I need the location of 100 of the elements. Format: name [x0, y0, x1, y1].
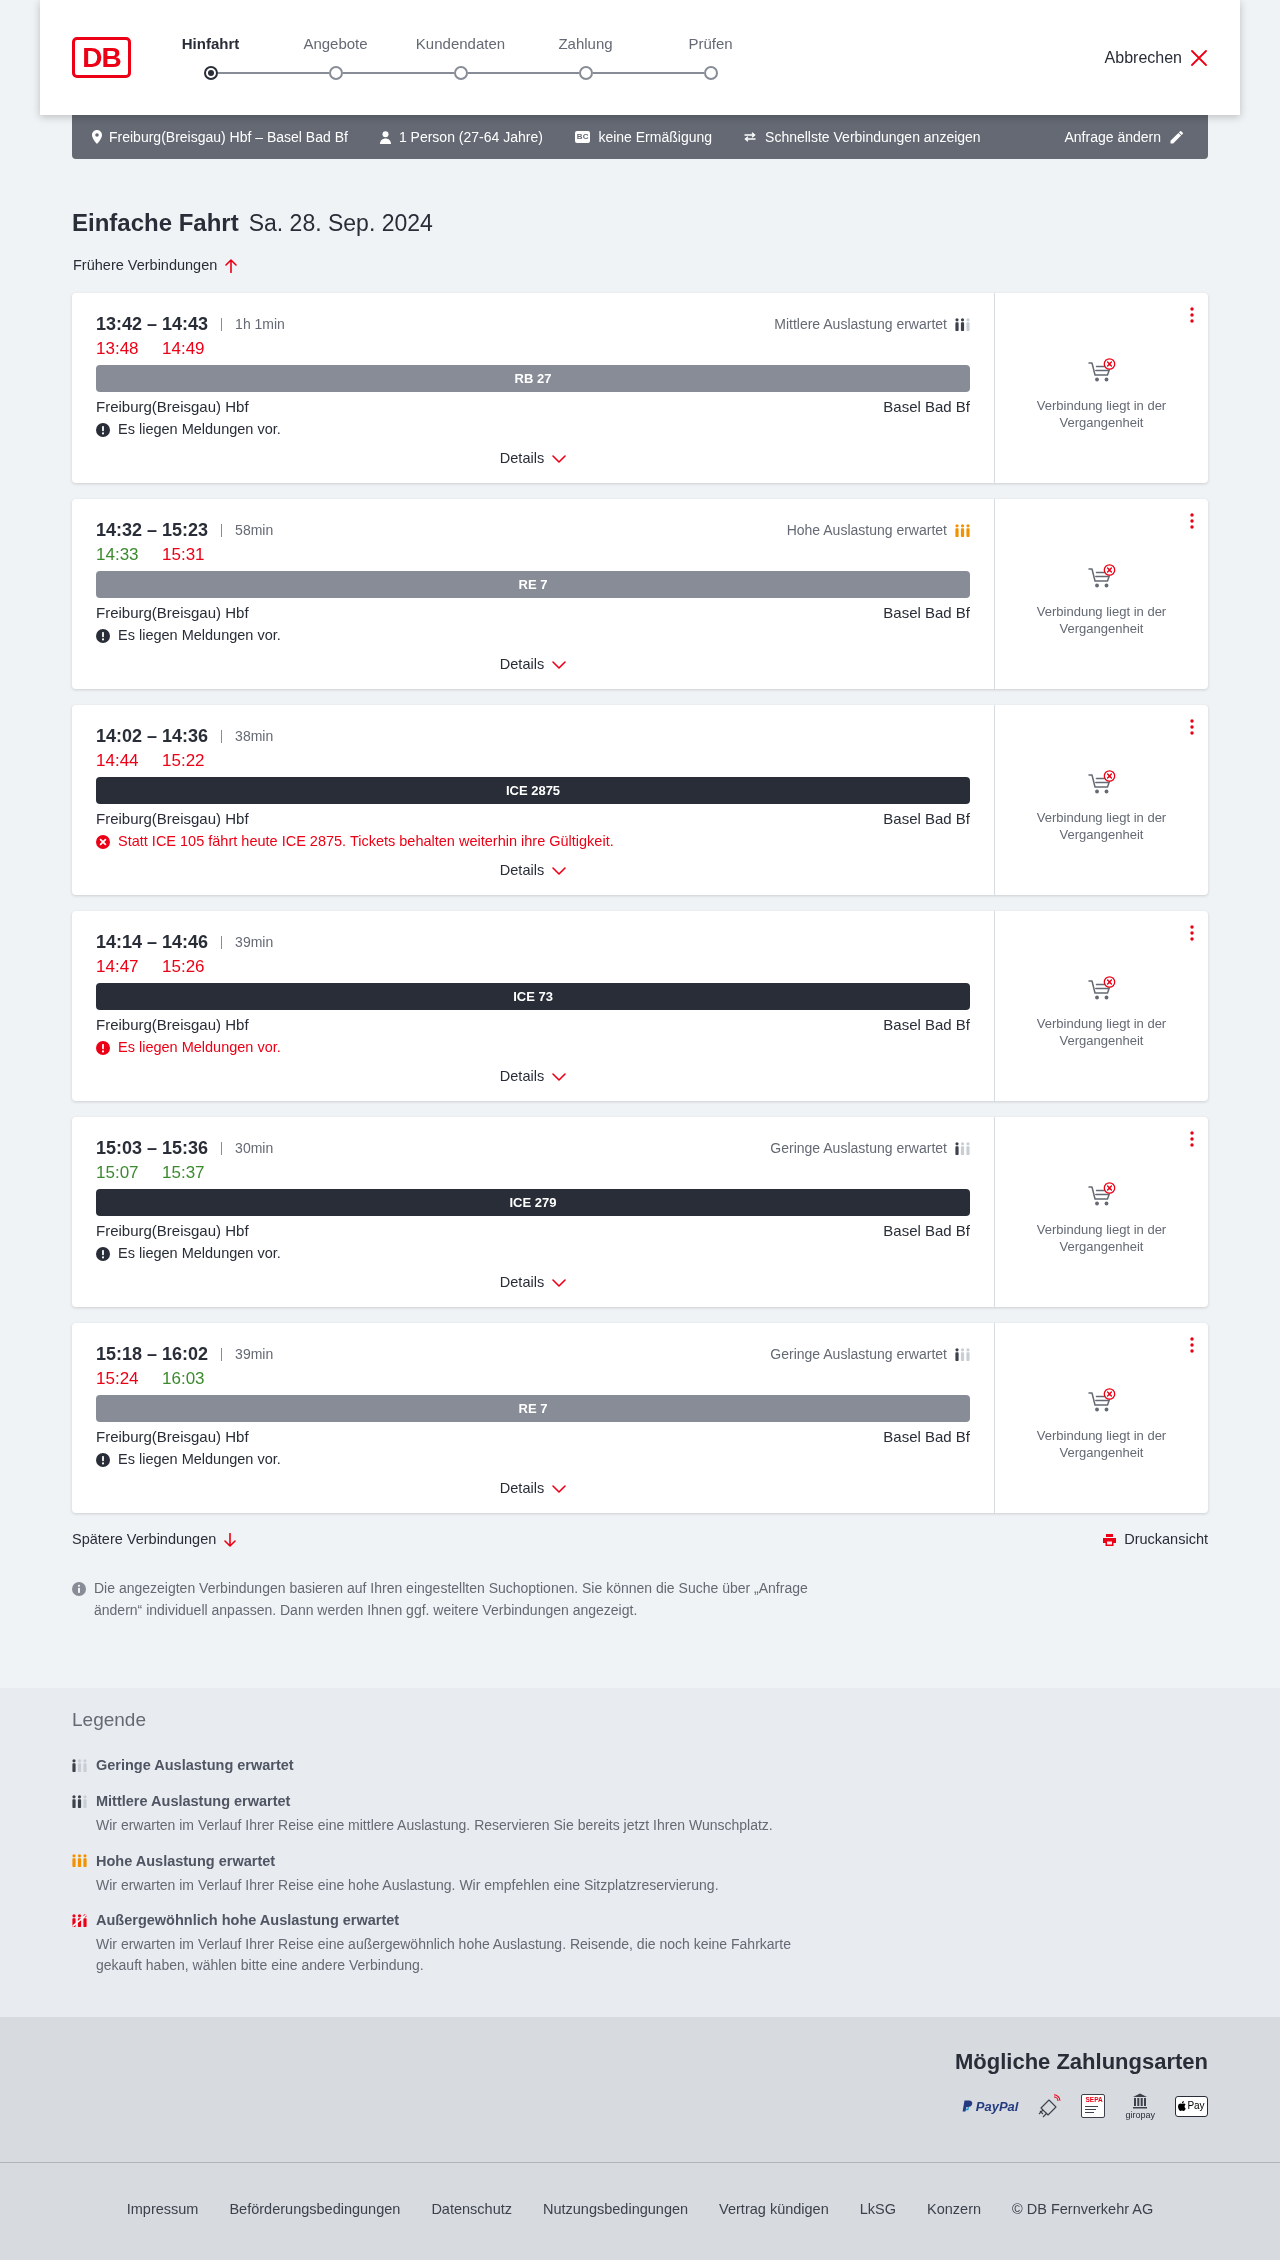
db-logo[interactable]: DB — [72, 37, 131, 78]
chevron-down-icon — [552, 1485, 567, 1493]
occupancy-icon — [72, 1913, 87, 1927]
more-options-icon[interactable] — [1190, 1337, 1194, 1353]
realtime-time: 15:26 — [162, 957, 205, 976]
footer-link[interactable]: Nutzungsbedingungen — [543, 2198, 689, 2221]
destination-station: Basel Bad Bf — [883, 1426, 970, 1447]
origin-station: Freiburg(Breisgau) Hbf — [96, 602, 249, 623]
more-options-icon[interactable] — [1190, 925, 1194, 941]
journey-duration: 39min — [235, 932, 274, 952]
destination-station: Basel Bad Bf — [883, 1220, 970, 1241]
legend-item-title: Hohe Auslastung erwartet — [96, 1851, 276, 1871]
connection-status: Verbindung liegt in der Vergangenheit — [1035, 1428, 1168, 1461]
origin-station: Freiburg(Breisgau) Hbf — [96, 1426, 249, 1447]
occupancy-icon — [955, 523, 970, 537]
details-button[interactable]: Details — [499, 655, 567, 675]
realtime-time: 13:48 — [96, 339, 139, 358]
details-button[interactable]: Details — [499, 861, 567, 881]
search-option-text: Schnellste Verbindungen anzeigen — [765, 127, 981, 147]
train-bar: RE 7 — [96, 571, 970, 598]
footer-link[interactable]: Datenschutz — [431, 2198, 512, 2221]
step-label: Prüfen — [688, 35, 733, 53]
journey-duration: 38min — [235, 726, 274, 746]
occupancy-icon — [955, 1347, 970, 1361]
more-options-icon[interactable] — [1190, 1131, 1194, 1147]
person-icon — [379, 130, 391, 144]
discount-text: keine Ermäßigung — [598, 127, 713, 147]
step-label: Zahlung — [558, 35, 613, 53]
occupancy-text: Geringe Auslastung erwartet — [770, 1138, 947, 1158]
train-bar: ICE 2875 — [96, 777, 970, 804]
occupancy-icon — [72, 1758, 87, 1772]
connection-status: Verbindung liegt in der Vergangenheit — [1035, 1016, 1168, 1049]
connection-status: Verbindung liegt in der Vergangenheit — [1035, 1222, 1168, 1255]
journey-duration: 58min — [235, 520, 274, 540]
connection-notice: Es liegen Meldungen vor. — [118, 626, 281, 646]
occupancy-icon — [72, 1794, 87, 1808]
step-label: Kundendaten — [415, 35, 506, 53]
footer-link[interactable]: Konzern — [927, 2198, 982, 2221]
swap-arrows-icon — [744, 132, 757, 142]
realtime-time: 16:03 — [162, 1369, 205, 1388]
later-connections-link[interactable]: Spätere Verbindungen — [72, 1529, 237, 1551]
footer-link[interactable]: Beförderungsbedingungen — [229, 2198, 401, 2221]
print-view-link[interactable]: Druckansicht — [1103, 1529, 1208, 1551]
journey-duration: 1h 1min — [235, 314, 285, 334]
pencil-icon — [1170, 130, 1184, 144]
realtime-time: 14:44 — [96, 751, 139, 770]
details-button[interactable]: Details — [499, 1479, 567, 1499]
edit-request-link[interactable]: Anfrage ändern — [1064, 126, 1184, 148]
train-bar: RE 7 — [96, 1395, 970, 1422]
cart-unavailable-icon — [1087, 976, 1116, 1002]
more-options-icon[interactable] — [1190, 513, 1194, 529]
realtime-time: 14:47 — [96, 957, 139, 976]
destination-station: Basel Bad Bf — [883, 1014, 970, 1035]
more-options-icon[interactable] — [1190, 719, 1194, 735]
realtime-time: 15:31 — [162, 545, 205, 564]
printer-icon — [1103, 1534, 1117, 1546]
footer-link[interactable]: LkSG — [859, 2198, 896, 2221]
destination-station: Basel Bad Bf — [883, 396, 970, 417]
cart-unavailable-icon — [1087, 1388, 1116, 1414]
connection-notice: Es liegen Meldungen vor. — [118, 1244, 281, 1264]
footer-link[interactable]: Impressum — [126, 2198, 199, 2221]
legend-item-description: Wir erwarten im Verlauf Ihrer Reise eine hohe Auslastung. Wir empfehlen eine Sitzplatzreservierung. — [96, 1875, 720, 1895]
exclamation-circle-icon — [96, 1041, 110, 1055]
footer-link[interactable]: Vertrag kündigen — [719, 2198, 829, 2221]
destination-station: Basel Bad Bf — [883, 602, 970, 623]
route-text: Freiburg(Breisgau) Hbf – Basel Bad Bf — [109, 127, 348, 147]
page-title: Einfache Fahrt — [72, 208, 239, 238]
exclamation-circle-icon — [96, 1453, 110, 1467]
journey-duration: 30min — [235, 1138, 274, 1158]
connection-notice: Statt ICE 105 fährt heute ICE 2875. Tickets behalten weiterhin ihre Gültigkeit. — [118, 832, 614, 852]
realtime-time: 15:37 — [162, 1163, 205, 1182]
info-note: Die angezeigten Verbindungen basieren auf Ihren eingestellten Suchoptionen. Sie können die Suche über „Anfrage ändern“ individuell anpassen. Dann werden Ihnen ggf. weitere Verbindungen angezeigt. — [94, 1579, 809, 1620]
train-bar: ICE 279 — [96, 1189, 970, 1216]
legend-title: Legende — [72, 1708, 146, 1732]
occupancy-text: Geringe Auslastung erwartet — [770, 1344, 947, 1364]
chevron-down-icon — [552, 661, 567, 669]
connection-status: Verbindung liegt in der Vergangenheit — [1035, 604, 1168, 637]
origin-station: Freiburg(Breisgau) Hbf — [96, 1220, 249, 1241]
journey-duration: 39min — [235, 1344, 274, 1364]
exclamation-circle-icon — [96, 423, 110, 437]
origin-station: Freiburg(Breisgau) Hbf — [96, 396, 249, 417]
realtime-time: 15:22 — [162, 751, 205, 770]
more-options-icon[interactable] — [1190, 307, 1194, 323]
connection-notice: Es liegen Meldungen vor. — [118, 1450, 281, 1470]
details-button[interactable]: Details — [499, 1067, 567, 1087]
earlier-connections-link[interactable]: Frühere Verbindungen — [73, 255, 238, 277]
details-button[interactable]: Details — [499, 1273, 567, 1293]
cancel-button[interactable]: Abbrechen — [1104, 45, 1207, 70]
details-button[interactable]: Details — [499, 449, 567, 469]
cart-unavailable-icon — [1087, 770, 1116, 796]
journey-times: 14:14 – 14:46 — [96, 931, 209, 953]
occupancy-text: Hohe Auslastung erwartet — [786, 520, 947, 540]
legend-item-description: Wir erwarten im Verlauf Ihrer Reise eine außergewöhnlich hohe Auslastung. Reisende, die noch keine Fahrkarte gekauft haben, wählen bitte eine andere Verbindung. — [96, 1935, 792, 1975]
occupancy-text: Mittlere Auslastung erwartet — [774, 314, 947, 334]
occupancy-icon — [72, 1854, 87, 1867]
journey-times: 13:42 – 14:43 — [96, 313, 209, 335]
close-icon — [1191, 49, 1207, 66]
connection-notice: Es liegen Meldungen vor. — [118, 1038, 281, 1058]
paypal-mark-icon — [961, 2099, 973, 2113]
journey-times: 14:32 – 15:23 — [96, 519, 209, 541]
